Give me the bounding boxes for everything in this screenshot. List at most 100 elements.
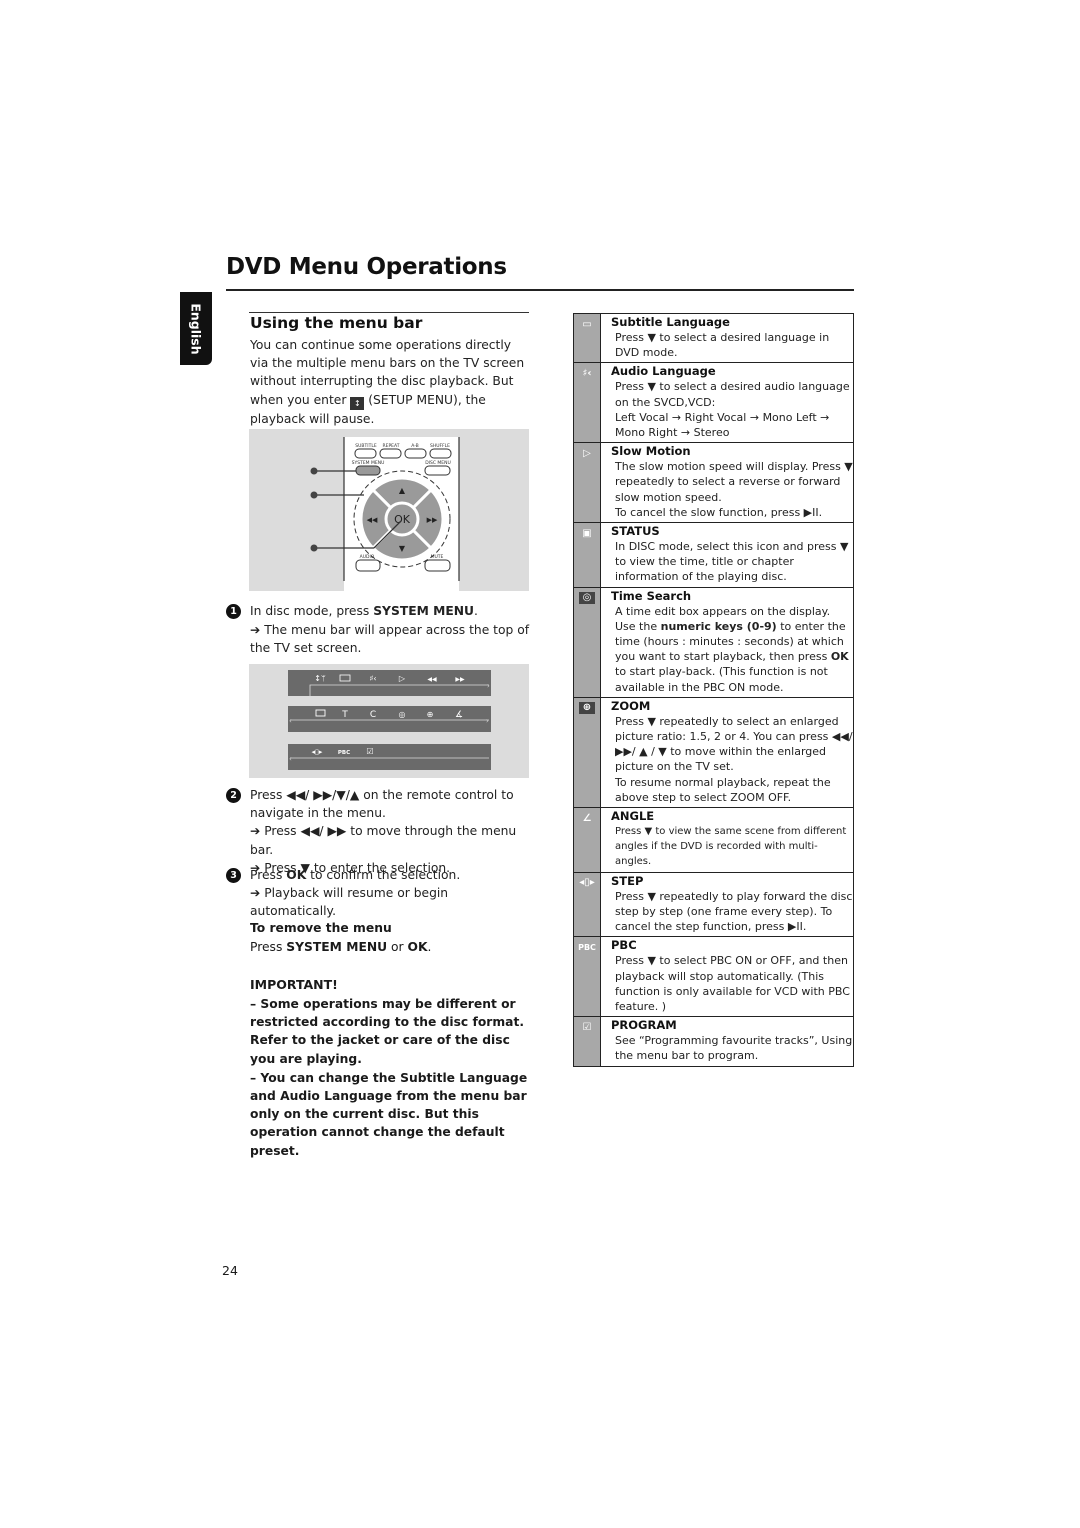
system-menu-button[interactable]	[355, 465, 381, 476]
step-1-number: 1	[226, 604, 241, 619]
page-title: DVD Menu Operations	[226, 254, 507, 280]
intro-paragraph: You can continue some operations directl…	[250, 336, 532, 428]
audio-button[interactable]	[355, 559, 381, 572]
remove-key-ok: OK	[407, 940, 428, 954]
label-repeat: REPEAT	[382, 443, 399, 449]
function-description: Press ▼ to select a desired language in …	[615, 331, 830, 360]
function-description: To resume normal playback, repeat the ab…	[615, 775, 831, 804]
repeat-button[interactable]	[379, 448, 402, 459]
function-icon-cell: ♯‹	[574, 363, 601, 443]
function-content: STATUS In DISC mode, select this icon and…	[601, 523, 853, 587]
step-3: 3 Press OK to confirm the selection. ➔ P…	[226, 866, 536, 921]
function-title: PBC	[611, 938, 637, 953]
subtitle-button[interactable]	[354, 448, 377, 459]
function-content: STEP Press ▼ repeatedly to play forward t…	[601, 873, 853, 937]
bar1-audio-icon[interactable]: ♯‹	[369, 674, 376, 683]
bar1-slow-motion-icon[interactable]: ▷	[399, 674, 406, 683]
function-description: In DISC mode, select this icon and press…	[615, 540, 849, 584]
function-description: Press ▼ to view the same scene from diff…	[615, 826, 847, 868]
step-3-text-end: to confirm the selection.	[306, 868, 461, 882]
function-row-angle: ∠ ANGLE Press ▼ to view the same scene fro…	[574, 808, 853, 873]
function-icon-cell: ∠	[574, 808, 601, 872]
function-row-pbc: PBC PBC Press ▼ to select PBC ON or OFF, a…	[574, 937, 853, 1018]
function-description: The slow motion speed will display. Pres…	[615, 460, 853, 504]
bar2-title-icon[interactable]: T	[341, 710, 348, 720]
remove-press: Press	[250, 940, 287, 954]
language-tab: English	[180, 292, 212, 365]
up-arrow-icon: ▲	[399, 486, 406, 495]
svg-text:›: ›	[486, 717, 489, 725]
important-note-2: – You can change the Subtitle Language a…	[250, 1070, 528, 1158]
svg-text:›: ›	[487, 682, 490, 690]
function-description: Press ▼ to select PBC ON or OFF, and the…	[615, 954, 850, 1013]
function-description: Press ▼ repeatedly to play forward the d…	[615, 889, 853, 934]
function-description: Left Vocal → Right Vocal → Mono Left → M…	[615, 410, 830, 440]
menu-bar-figure: › ↕ᛘ ♯‹ ▷ ◀◀ ▶▶ ‹ › T C ◎ ⊕ ∡ ‹ ◂▯▸ PBC …	[249, 664, 529, 778]
section-title: Using the menu bar	[250, 314, 423, 332]
shuffle-button[interactable]	[429, 448, 452, 459]
bar1-rewind-icon[interactable]: ◀◀	[427, 676, 437, 683]
step-3-text: Press	[250, 868, 287, 882]
bar2-zoom-icon[interactable]: ⊕	[427, 710, 434, 719]
bar3-pbc-icon[interactable]: PBC	[338, 750, 350, 756]
function-content: ANGLE Press ▼ to view the same scene from…	[601, 808, 853, 872]
rewind-icon: ◀◀	[367, 516, 378, 524]
function-icon-cell: ▷	[574, 443, 601, 523]
label-shuffle: SHUFFLE	[430, 443, 450, 449]
remove-menu-text: Press SYSTEM MENU or OK.	[250, 940, 431, 954]
function-title: STATUS	[611, 524, 660, 539]
function-row-audio-language: ♯‹ Audio Language Press ▼ to select a desi…	[574, 363, 853, 444]
step-3-key: OK	[286, 868, 307, 882]
remove-or: or	[387, 940, 408, 954]
callout-1	[310, 467, 318, 475]
function-row-status: ▣ STATUS In DISC mode, select this icon an…	[574, 523, 853, 588]
forward-icon: ▶▶	[427, 516, 438, 524]
svg-text:‹: ‹	[289, 755, 292, 763]
zoom-icon: ⊕	[579, 701, 595, 714]
function-content: Audio Language Press ▼ to select a desire…	[601, 363, 853, 442]
function-content: Subtitle Language Press ▼ to select a des…	[601, 314, 853, 362]
function-description: See “Programming favourite tracks”, Usin…	[615, 1034, 853, 1063]
angle-icon: ∠	[582, 812, 592, 824]
function-title: ZOOM	[611, 698, 651, 713]
step-1-key: SYSTEM MENU	[373, 604, 475, 618]
important-notes: – Some operations may be different or re…	[250, 995, 535, 1160]
function-icon-cell: ☑	[574, 1017, 601, 1066]
function-icon-cell: ◂▯▸	[574, 872, 601, 937]
callout-3	[310, 544, 318, 552]
step-2-text: Press ◀◀/ ▶▶/▼/▲ on the remote control t…	[250, 788, 514, 821]
function-icon-cell: ▭	[574, 314, 601, 363]
step-icon: ◂▯▸	[579, 877, 595, 889]
pbc-icon: PBC	[578, 942, 596, 952]
ab-button[interactable]	[404, 448, 427, 459]
bar1-forward-icon[interactable]: ▶▶	[455, 676, 465, 683]
bar1-setup-icon[interactable]: ↕ᛘ	[314, 674, 326, 683]
step-1-result: ➔ The menu bar will appear across the to…	[250, 623, 530, 656]
setup-menu-icon: ↕	[350, 396, 365, 410]
step-2-number: 2	[226, 788, 241, 803]
function-content: Slow Motion The slow motion speed will di…	[601, 443, 853, 522]
function-description: Press ▼ repeatedly to select an enlarged…	[615, 714, 853, 774]
mute-button[interactable]	[424, 559, 451, 572]
slow-motion-icon: ▷	[583, 447, 591, 459]
status-icon: ▣	[582, 527, 592, 539]
bar3-program-icon[interactable]: ☑	[366, 747, 373, 756]
disc-menu-button[interactable]	[424, 465, 451, 476]
bar2-chapter-icon[interactable]: C	[370, 710, 376, 720]
bar2-angle-icon[interactable]: ∡	[455, 710, 463, 720]
function-title: Time Search	[611, 588, 692, 603]
function-title: Subtitle Language	[611, 315, 730, 329]
remote-control-figure: SUBTITLE REPEAT A-B SHUFFLE SYSTEM MENU …	[249, 429, 529, 591]
svg-text:‹: ‹	[289, 717, 292, 725]
step-3-number: 3	[226, 868, 241, 883]
callout-2	[310, 491, 318, 499]
bar3-step-icon[interactable]: ◂▯▸	[312, 748, 323, 756]
function-content: Time Search A time edit box appears on th…	[601, 588, 853, 697]
function-description: To cancel the slow function, press ▶II.	[615, 505, 823, 519]
remove-end: .	[427, 940, 432, 954]
function-row-subtitle: ▭ Subtitle Language Press ▼ to select a de…	[574, 314, 853, 364]
important-title: IMPORTANT!	[250, 977, 338, 992]
step-1-text: In disc mode, press	[250, 604, 374, 618]
bar2-time-search-icon[interactable]: ◎	[399, 710, 406, 719]
section-rule	[249, 312, 529, 313]
